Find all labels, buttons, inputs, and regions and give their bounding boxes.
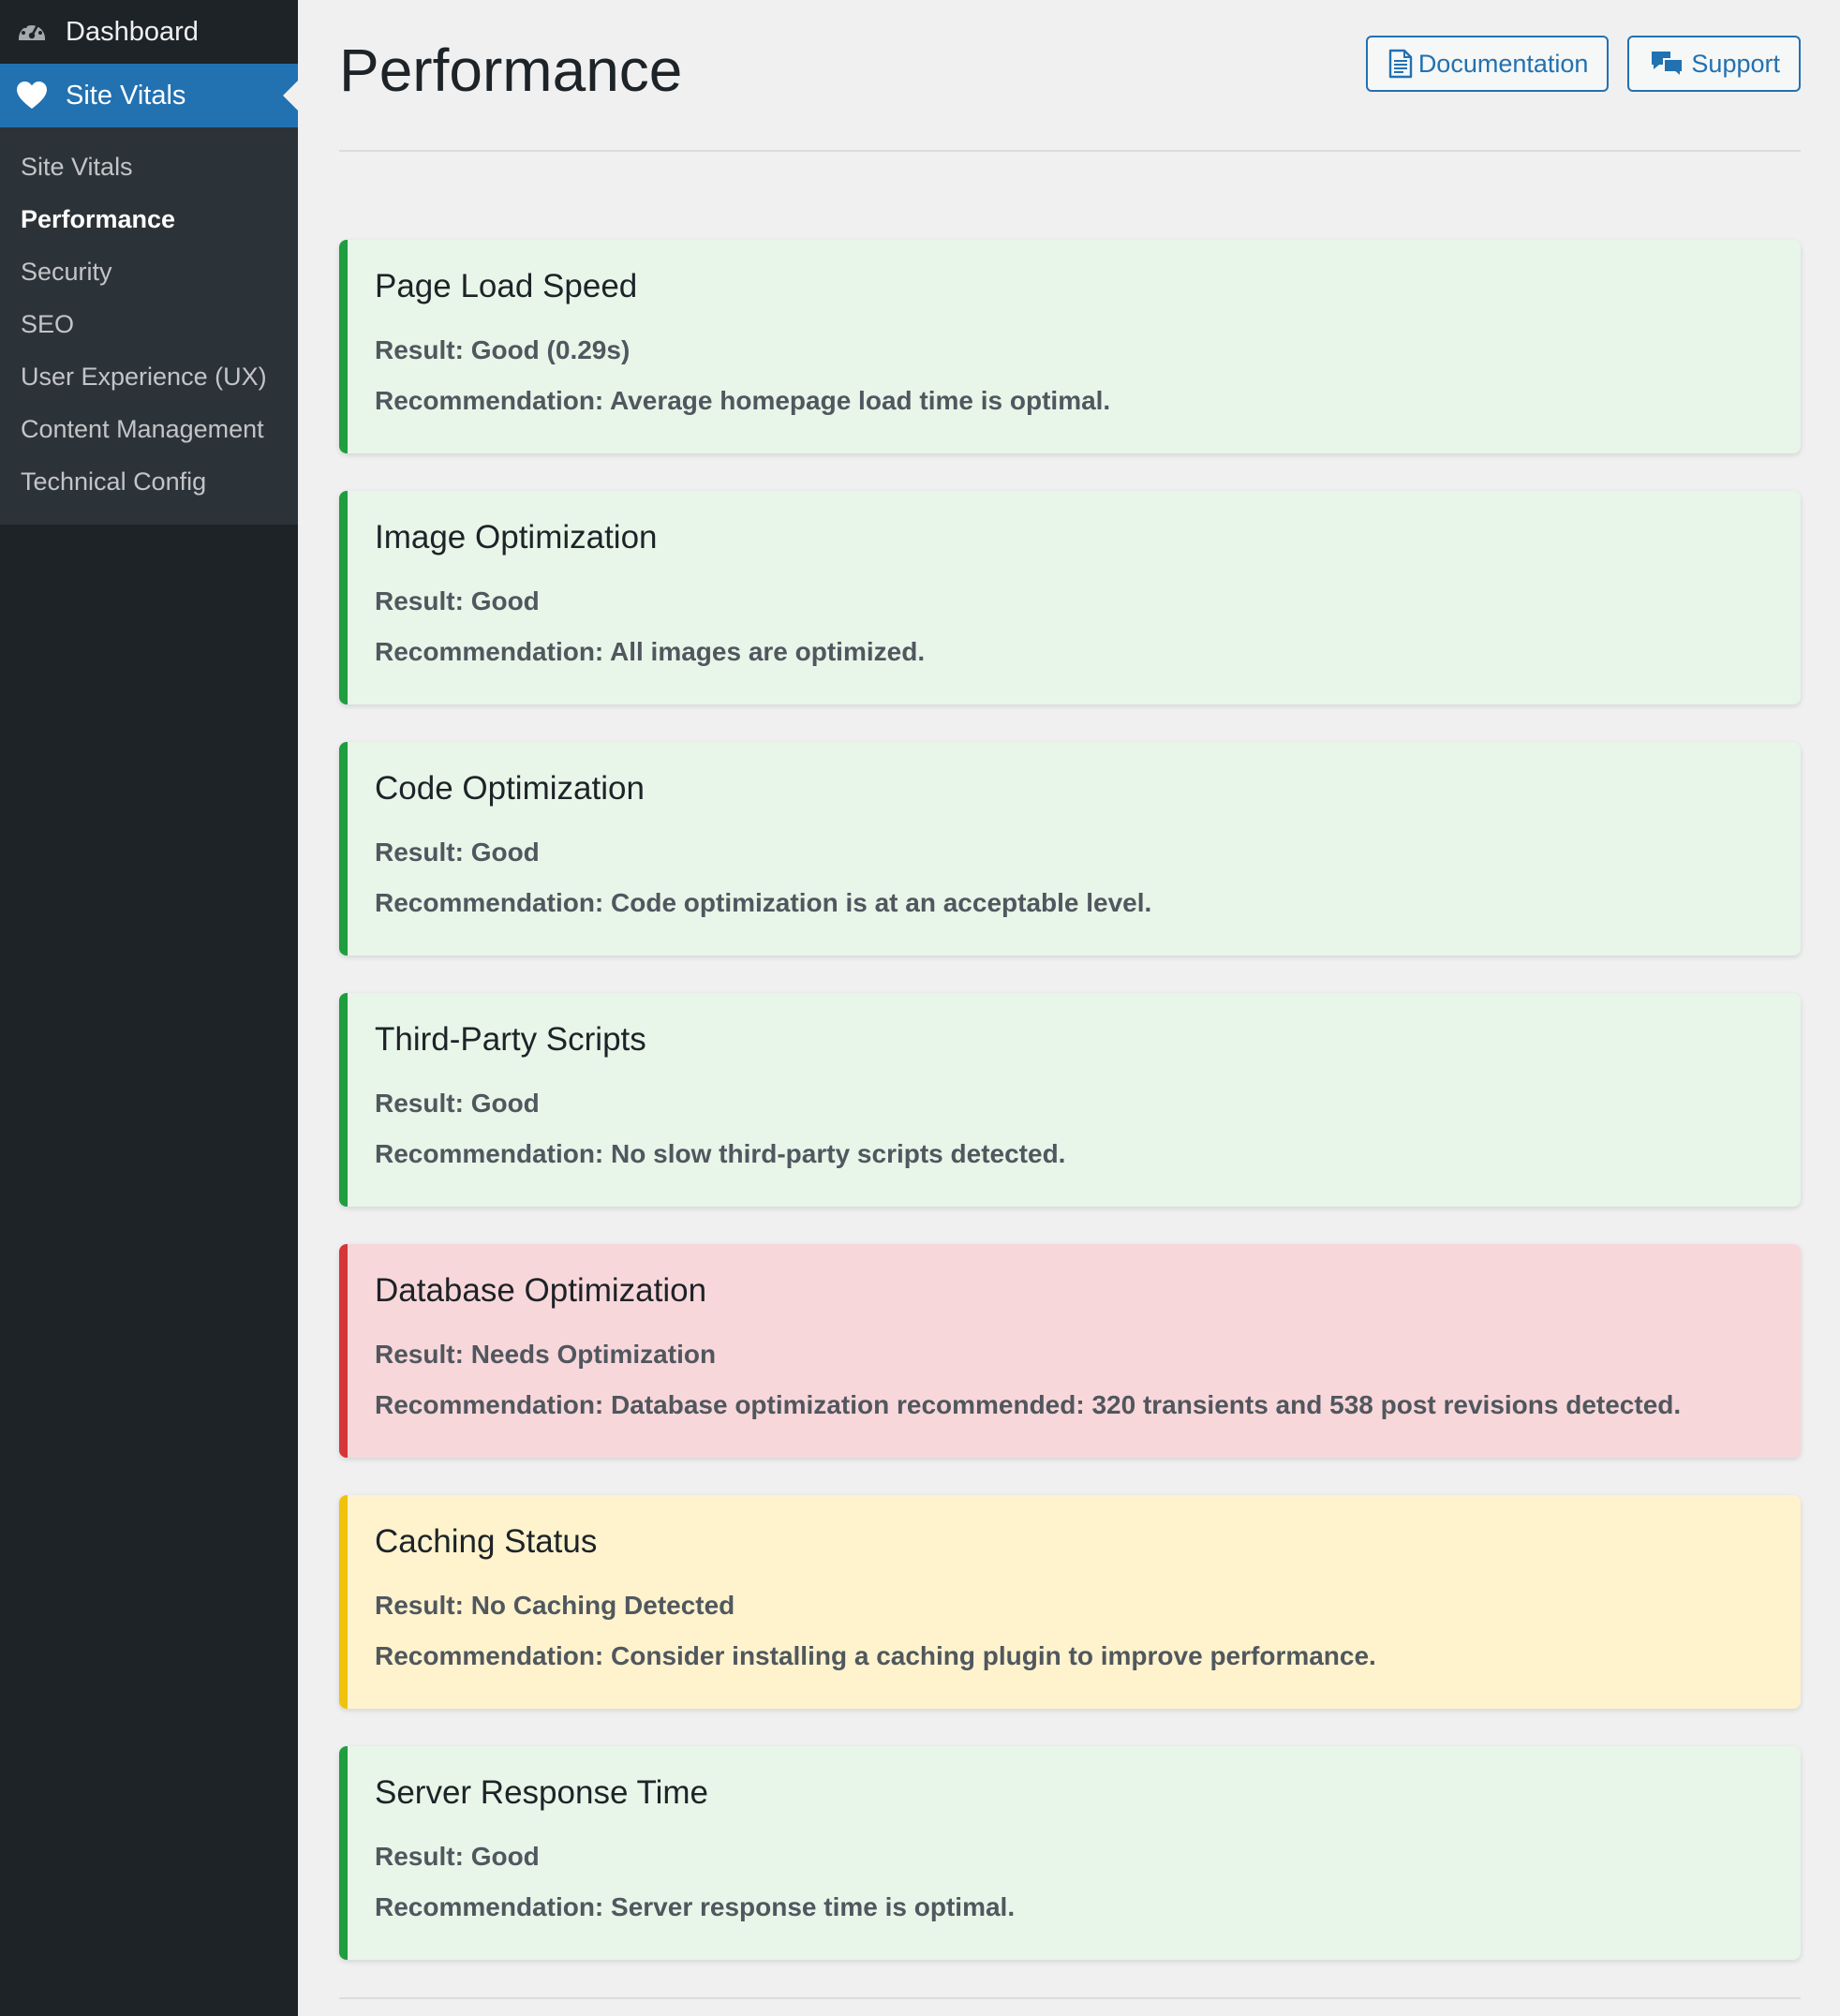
result-value: Good (0.29s) bbox=[470, 335, 631, 364]
check-result: Result: Needs Optimization bbox=[375, 1338, 1801, 1371]
check-card: Image Optimization Result: Good Recommenda… bbox=[339, 491, 1801, 704]
recommendation-value: Database optimization recommended: 320 t… bbox=[611, 1390, 1682, 1419]
check-result: Result: Good bbox=[375, 1840, 1801, 1874]
result-value: No Caching Detected bbox=[470, 1591, 735, 1620]
menu-dashboard[interactable]: Dashboard bbox=[0, 0, 298, 64]
result-label: Result: bbox=[375, 1340, 464, 1369]
check-card: Code Optimization Result: Good Recommendat… bbox=[339, 742, 1801, 956]
recommendation-value: Average homepage load time is optimal. bbox=[610, 386, 1111, 415]
check-title: Server Response Time bbox=[375, 1774, 708, 1811]
result-value: Needs Optimization bbox=[470, 1340, 717, 1369]
site-vitals-submenu: Site Vitals Performance Security SEO Use… bbox=[0, 127, 298, 525]
check-title: Page Load Speed bbox=[375, 268, 638, 304]
heart-icon bbox=[15, 79, 49, 112]
result-label: Result: bbox=[375, 838, 464, 867]
main-content: Performance Documentation Support Page L… bbox=[339, 0, 1801, 1999]
check-result: Result: No Caching Detected bbox=[375, 1589, 1801, 1623]
check-title: Database Optimization bbox=[375, 1272, 707, 1309]
recommendation-label: Recommendation: bbox=[375, 637, 604, 666]
check-recommendation: Recommendation: Server response time is … bbox=[375, 1890, 1801, 1924]
check-card: Caching Status Result: No Caching Detecte… bbox=[339, 1495, 1801, 1709]
result-label: Result: bbox=[375, 1842, 464, 1871]
recommendation-label: Recommendation: bbox=[375, 1390, 604, 1419]
check-result: Result: Good (0.29s) bbox=[375, 334, 1801, 367]
check-title: Caching Status bbox=[375, 1523, 598, 1560]
admin-sidebar: Dashboard Site Vitals Site Vitals Perfor… bbox=[0, 0, 298, 2016]
recommendation-label: Recommendation: bbox=[375, 386, 604, 415]
recommendation-label: Recommendation: bbox=[375, 888, 604, 917]
submenu-item-user-experience[interactable]: User Experience (UX) bbox=[0, 350, 298, 403]
result-label: Result: bbox=[375, 335, 464, 364]
check-result: Result: Good bbox=[375, 836, 1801, 869]
check-title: Third-Party Scripts bbox=[375, 1021, 646, 1058]
submenu-item-technical-config[interactable]: Technical Config bbox=[0, 455, 298, 508]
submenu-item-site-vitals[interactable]: Site Vitals bbox=[0, 141, 298, 193]
recommendation-value: Code optimization is at an acceptable le… bbox=[611, 888, 1152, 917]
recommendation-label: Recommendation: bbox=[375, 1641, 604, 1670]
support-button[interactable]: Support bbox=[1627, 36, 1801, 92]
checks-list: Page Load Speed Result: Good (0.29s) Recom… bbox=[339, 240, 1801, 1960]
recommendation-label: Recommendation: bbox=[375, 1892, 604, 1921]
submenu-item-security[interactable]: Security bbox=[0, 245, 298, 298]
check-title: Code Optimization bbox=[375, 770, 645, 807]
check-recommendation: Recommendation: Code optimization is at … bbox=[375, 886, 1801, 920]
menu-site-vitals-label: Site Vitals bbox=[66, 80, 186, 111]
result-value: Good bbox=[470, 1842, 540, 1871]
recommendation-value: No slow third-party scripts detected. bbox=[611, 1139, 1066, 1168]
menu-dashboard-label: Dashboard bbox=[66, 16, 199, 47]
check-card: Third-Party Scripts Result: Good Recommend… bbox=[339, 993, 1801, 1207]
check-title: Image Optimization bbox=[375, 519, 658, 556]
result-value: Good bbox=[470, 838, 540, 867]
recommendation-value: All images are optimized. bbox=[610, 637, 926, 666]
result-value: Good bbox=[470, 1089, 540, 1118]
check-card: Database Optimization Result: Needs Optim… bbox=[339, 1244, 1801, 1458]
recommendation-value: Consider installing a caching plugin to … bbox=[611, 1641, 1376, 1670]
chat-bubbles-icon bbox=[1650, 49, 1685, 79]
documentation-button[interactable]: Documentation bbox=[1365, 36, 1610, 92]
document-icon bbox=[1388, 49, 1413, 79]
check-card: Page Load Speed Result: Good (0.29s) Recom… bbox=[339, 240, 1801, 453]
page-header: Performance Documentation Support bbox=[339, 0, 1801, 152]
check-recommendation: Recommendation: Average homepage load ti… bbox=[375, 384, 1801, 418]
bottom-divider bbox=[339, 1997, 1801, 1999]
result-label: Result: bbox=[375, 586, 464, 615]
check-recommendation: Recommendation: All images are optimized… bbox=[375, 635, 1801, 669]
page-title: Performance bbox=[339, 37, 683, 104]
check-result: Result: Good bbox=[375, 585, 1801, 618]
submenu-item-performance[interactable]: Performance bbox=[0, 193, 298, 245]
dashboard-gauge-icon bbox=[15, 15, 49, 49]
check-card: Server Response Time Result: Good Recommen… bbox=[339, 1746, 1801, 1960]
submenu-item-seo[interactable]: SEO bbox=[0, 298, 298, 350]
check-result: Result: Good bbox=[375, 1087, 1801, 1120]
submenu-item-content-management[interactable]: Content Management bbox=[0, 403, 298, 455]
recommendation-value: Server response time is optimal. bbox=[611, 1892, 1016, 1921]
support-button-label: Support bbox=[1691, 49, 1780, 78]
header-actions: Documentation Support bbox=[1365, 36, 1801, 92]
documentation-button-label: Documentation bbox=[1417, 49, 1589, 78]
menu-site-vitals[interactable]: Site Vitals bbox=[0, 64, 298, 127]
check-recommendation: Recommendation: Consider installing a ca… bbox=[375, 1639, 1801, 1673]
result-value: Good bbox=[470, 586, 540, 615]
recommendation-label: Recommendation: bbox=[375, 1139, 604, 1168]
result-label: Result: bbox=[375, 1591, 464, 1620]
result-label: Result: bbox=[375, 1089, 464, 1118]
check-recommendation: Recommendation: Database optimization re… bbox=[375, 1388, 1801, 1422]
check-recommendation: Recommendation: No slow third-party scri… bbox=[375, 1137, 1801, 1171]
